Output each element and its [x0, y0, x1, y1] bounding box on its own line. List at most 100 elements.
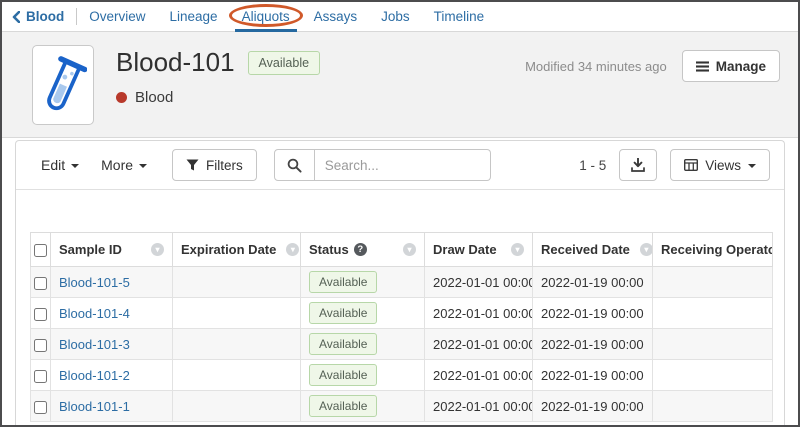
- column-menu-icon[interactable]: ▾: [403, 243, 416, 256]
- row-checkbox[interactable]: [34, 370, 47, 383]
- filter-icon: [186, 159, 199, 171]
- received-date-cell: 2022-01-19 00:00: [533, 391, 653, 422]
- received-date-cell: 2022-01-19 00:00: [533, 267, 653, 298]
- chevron-left-icon: [12, 11, 20, 23]
- expiration-date-cell: [173, 391, 301, 422]
- edit-menu-button[interactable]: Edit: [30, 151, 90, 179]
- sample-link[interactable]: Blood-101-1: [59, 399, 130, 414]
- caret-down-icon: [71, 164, 79, 168]
- column-header-expiration-date: Expiration Date: [181, 242, 276, 257]
- download-icon: [631, 158, 645, 172]
- aliquots-grid-panel: Edit More Filters 1 - 5: [15, 140, 785, 425]
- back-link-blood[interactable]: Blood: [2, 2, 76, 31]
- table-grid-icon: [684, 159, 698, 171]
- search-group: [274, 149, 491, 181]
- draw-date-cell: 2022-01-01 00:00: [425, 391, 533, 422]
- column-menu-icon[interactable]: ▾: [511, 243, 524, 256]
- receiving-operator-cell: [653, 298, 773, 329]
- hamburger-icon: [696, 61, 709, 72]
- tab-bar: Blood Overview Lineage Aliquots Assays J…: [2, 2, 798, 32]
- export-button[interactable]: [619, 149, 657, 181]
- sample-link[interactable]: Blood-101-4: [59, 306, 130, 321]
- back-link-label: Blood: [26, 9, 64, 24]
- filters-button-label: Filters: [206, 158, 243, 173]
- filters-button[interactable]: Filters: [172, 149, 257, 181]
- column-header-received-date: Received Date: [541, 242, 630, 257]
- tab-lineage[interactable]: Lineage: [158, 2, 230, 31]
- toolbar-right: 1 - 5 Views: [579, 149, 770, 181]
- grid-toolbar: Edit More Filters 1 - 5: [16, 141, 784, 190]
- status-badge: Available: [309, 333, 377, 355]
- row-checkbox[interactable]: [34, 401, 47, 414]
- table-header-row: Sample ID ▾ Expiration Date ▾ Status? ▾ Dra…: [31, 233, 773, 267]
- more-menu-button[interactable]: More: [90, 151, 158, 179]
- manage-button[interactable]: Manage: [682, 50, 780, 82]
- row-checkbox[interactable]: [34, 308, 47, 321]
- aliquots-table: Sample ID ▾ Expiration Date ▾ Status? ▾ Dra…: [30, 232, 773, 422]
- expiration-date-cell: [173, 329, 301, 360]
- received-date-cell: 2022-01-19 00:00: [533, 298, 653, 329]
- status-badge: Available: [309, 271, 377, 293]
- expiration-date-cell: [173, 360, 301, 391]
- sample-header: Blood-101 Available Blood Modified 34 mi…: [2, 32, 798, 138]
- received-date-cell: 2022-01-19 00:00: [533, 360, 653, 391]
- tab-timeline[interactable]: Timeline: [422, 2, 497, 31]
- table-row: Blood-101-5 Available 2022-01-01 00:00 2…: [31, 267, 773, 298]
- manage-button-label: Manage: [716, 59, 766, 74]
- receiving-operator-cell: [653, 329, 773, 360]
- views-button-label: Views: [705, 158, 741, 173]
- status-badge: Available: [309, 302, 377, 324]
- row-checkbox[interactable]: [34, 339, 47, 352]
- sample-type-dot-icon: [116, 92, 127, 103]
- column-header-draw-date: Draw Date: [433, 242, 497, 257]
- sample-link[interactable]: Blood-101-2: [59, 368, 130, 383]
- pagination-range: 1 - 5: [579, 158, 606, 173]
- edit-menu-label: Edit: [41, 157, 65, 173]
- column-menu-icon[interactable]: ▾: [640, 243, 653, 256]
- draw-date-cell: 2022-01-01 00:00: [425, 267, 533, 298]
- sample-icon-box: [32, 45, 94, 125]
- views-button[interactable]: Views: [670, 149, 770, 181]
- column-menu-icon[interactable]: ▾: [286, 243, 299, 256]
- select-all-checkbox[interactable]: [34, 244, 47, 257]
- expiration-date-cell: [173, 267, 301, 298]
- status-badge: Available: [248, 51, 321, 75]
- sample-link[interactable]: Blood-101-5: [59, 275, 130, 290]
- question-circle-icon[interactable]: ?: [354, 243, 367, 256]
- table-row: Blood-101-3 Available 2022-01-01 00:00 2…: [31, 329, 773, 360]
- search-icon: [274, 149, 315, 181]
- status-badge: Available: [309, 364, 377, 386]
- caret-down-icon: [748, 164, 756, 168]
- title-block: Blood-101 Available Blood: [116, 45, 320, 137]
- received-date-cell: 2022-01-19 00:00: [533, 329, 653, 360]
- row-checkbox[interactable]: [34, 277, 47, 290]
- status-badge: Available: [309, 395, 377, 417]
- table-row: Blood-101-4 Available 2022-01-01 00:00 2…: [31, 298, 773, 329]
- caret-down-icon: [139, 164, 147, 168]
- tab-aliquots[interactable]: Aliquots: [230, 2, 302, 31]
- draw-date-cell: 2022-01-01 00:00: [425, 298, 533, 329]
- column-header-status: Status: [309, 242, 349, 257]
- draw-date-cell: 2022-01-01 00:00: [425, 360, 533, 391]
- receiving-operator-cell: [653, 391, 773, 422]
- tab-overview[interactable]: Overview: [77, 2, 157, 31]
- tab-assays[interactable]: Assays: [302, 2, 370, 31]
- sample-link[interactable]: Blood-101-3: [59, 337, 130, 352]
- draw-date-cell: 2022-01-01 00:00: [425, 329, 533, 360]
- more-menu-label: More: [101, 157, 133, 173]
- sample-detail-page: Blood Overview Lineage Aliquots Assays J…: [0, 0, 800, 427]
- receiving-operator-cell: [653, 360, 773, 391]
- column-header-receiving-operator: Receiving Operator: [661, 242, 773, 257]
- test-tube-icon: [39, 53, 87, 117]
- sample-type-label: Blood: [135, 89, 173, 106]
- page-title: Blood-101: [116, 47, 235, 78]
- receiving-operator-cell: [653, 267, 773, 298]
- column-header-sample-id: Sample ID: [59, 242, 122, 257]
- tab-jobs[interactable]: Jobs: [369, 2, 422, 31]
- header-actions: Modified 34 minutes ago Manage: [525, 50, 780, 82]
- modified-timestamp: Modified 34 minutes ago: [525, 59, 667, 74]
- table-row: Blood-101-1 Available 2022-01-01 00:00 2…: [31, 391, 773, 422]
- expiration-date-cell: [173, 298, 301, 329]
- search-input[interactable]: [315, 149, 491, 181]
- column-menu-icon[interactable]: ▾: [151, 243, 164, 256]
